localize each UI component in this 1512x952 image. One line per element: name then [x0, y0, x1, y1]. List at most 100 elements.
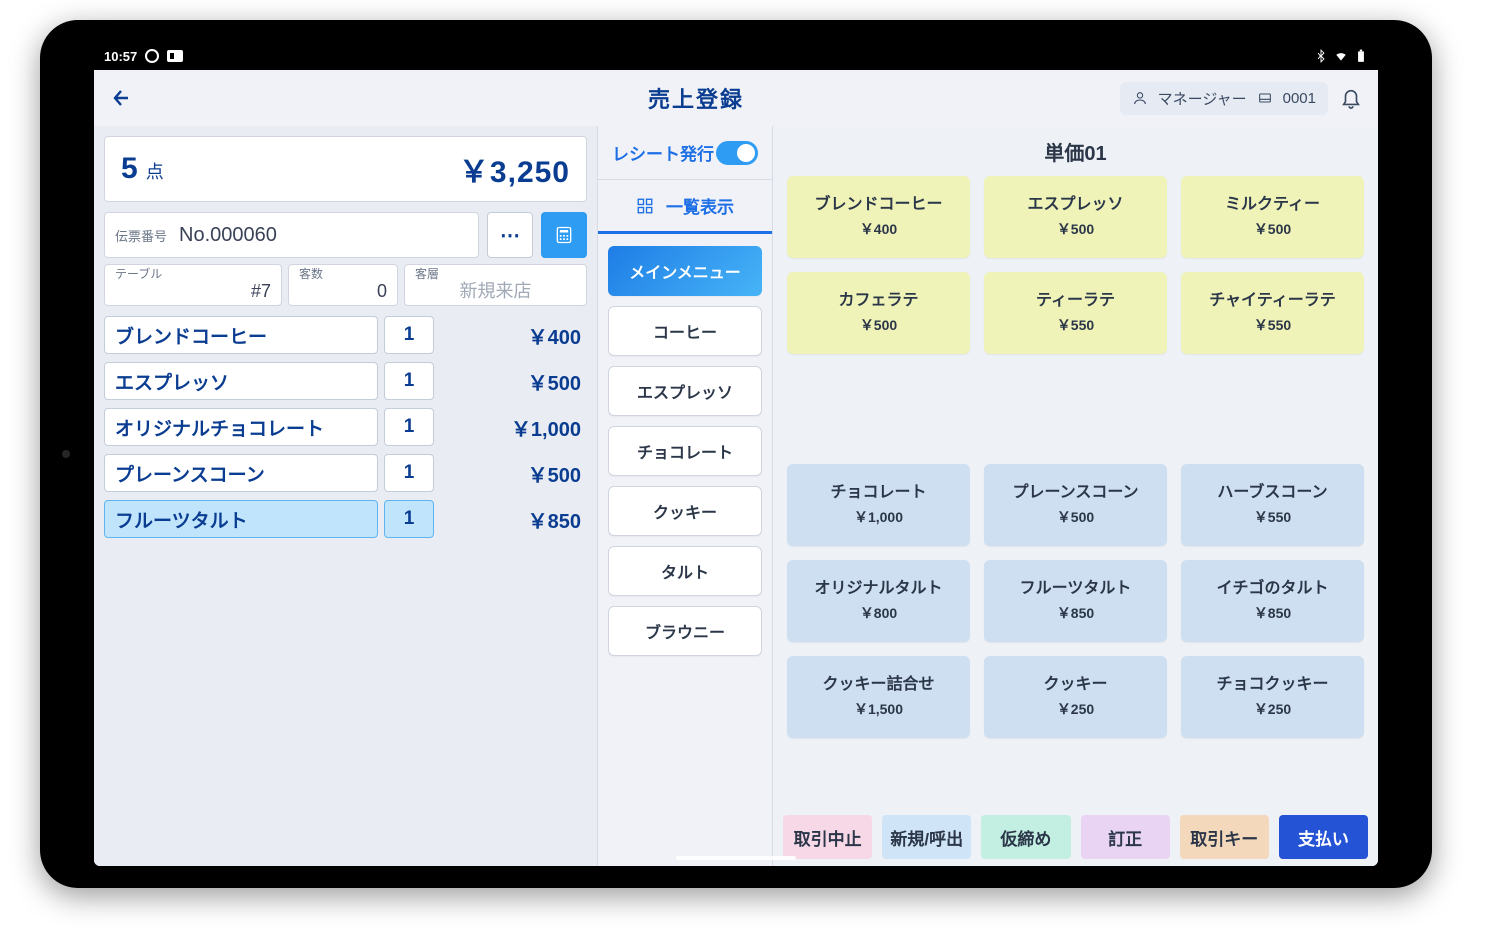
list-view-label: 一覧表示: [666, 193, 734, 218]
keypad-button[interactable]: [541, 212, 587, 258]
category-button[interactable]: クッキー: [608, 486, 762, 536]
product-name: チョコレート: [830, 483, 926, 503]
guest-class-box[interactable]: 客層 新規来店: [404, 264, 587, 306]
page-title: 売上登録: [310, 82, 1082, 114]
back-arrow-icon[interactable]: [110, 86, 134, 110]
product-tile[interactable]: クッキー詰合せ ￥1,500: [787, 656, 970, 738]
ticket-summary: 5 点 ￥3,250: [104, 136, 587, 202]
products-header: 単価01: [773, 126, 1378, 176]
category-button[interactable]: チョコレート: [608, 426, 762, 476]
receipt-toggle-row: レシート発行: [598, 126, 772, 180]
app-body: 5 点 ￥3,250 伝票番号 No.000060 ⋯: [94, 126, 1378, 866]
line-item-qty: 1: [384, 362, 434, 400]
list-view-tab[interactable]: 一覧表示: [598, 180, 772, 234]
product-name: カフェラテ: [838, 291, 918, 311]
line-item[interactable]: エスプレッソ1￥500: [104, 358, 587, 404]
line-item-price: ￥850: [440, 505, 587, 534]
product-tile[interactable]: チョコクッキー￥250: [1181, 656, 1364, 738]
wifi-icon: [1334, 49, 1348, 63]
correct-button[interactable]: 訂正: [1081, 815, 1170, 859]
hold-button[interactable]: 仮締め: [981, 815, 1070, 859]
category-column: レシート発行 一覧表示 メインメニューコーヒーエスプレッソチョコレートクッキータ…: [597, 126, 773, 866]
line-item[interactable]: オリジナルチョコレート1￥1,000: [104, 404, 587, 450]
txn-key-button[interactable]: 取引キー: [1180, 815, 1269, 859]
product-tile[interactable]: ブレンドコーヒー ￥400: [787, 176, 970, 258]
line-item-name: オリジナルチョコレート: [104, 408, 378, 446]
product-tile[interactable]: プレーンスコーン￥500: [984, 464, 1167, 546]
product-tile[interactable]: クッキー ￥250: [984, 656, 1167, 738]
product-name: チョコクッキー: [1216, 675, 1328, 695]
status-card-icon: [167, 50, 183, 62]
tablet-screen: 10:57 売上登録: [94, 42, 1378, 866]
user-icon: [1132, 90, 1148, 106]
slip-number-value: No.000060: [179, 224, 277, 247]
product-name: イチゴのタルト: [1216, 579, 1328, 599]
line-item-qty: 1: [384, 316, 434, 354]
category-button[interactable]: ブラウニー: [608, 606, 762, 656]
product-tile[interactable]: エスプレッソ ￥500: [984, 176, 1167, 258]
product-name: フルーツタルト: [1020, 579, 1132, 599]
category-button[interactable]: コーヒー: [608, 306, 762, 356]
line-item-price: ￥500: [440, 459, 587, 488]
app-header: 売上登録 マネージャー 0001: [94, 70, 1378, 126]
products-grid: ブレンドコーヒー ￥400 エスプレッソ ￥500 ミルクティー￥500 カフェラテ￥50…: [773, 176, 1378, 808]
battery-icon: [1354, 49, 1368, 63]
product-name: ティーラテ: [1036, 291, 1115, 311]
product-tile[interactable]: チョコレート ￥1,000: [787, 464, 970, 546]
product-price: ￥550: [1057, 315, 1094, 335]
category-button[interactable]: エスプレッソ: [608, 366, 762, 416]
receipt-toggle-label: レシート発行: [612, 140, 714, 165]
guests-box[interactable]: 客数 0: [288, 264, 398, 306]
bell-icon[interactable]: [1340, 87, 1362, 109]
product-price: ￥400: [860, 219, 897, 239]
product-name: クッキー: [1043, 675, 1107, 695]
product-tile[interactable]: フルーツタルト ￥850: [984, 560, 1167, 642]
product-tile[interactable]: オリジナルタルト￥800: [787, 560, 970, 642]
register-no: 0001: [1283, 90, 1316, 107]
product-tile[interactable]: ティーラテ ￥550: [984, 272, 1167, 354]
product-tile[interactable]: チャイティーラテ￥550: [1181, 272, 1364, 354]
product-tile[interactable]: ミルクティー￥500: [1181, 176, 1364, 258]
android-status-bar: 10:57: [94, 42, 1378, 70]
pay-button[interactable]: 支払い: [1279, 815, 1368, 859]
product-price: ￥850: [1057, 603, 1094, 623]
product-tile[interactable]: カフェラテ￥500: [787, 272, 970, 354]
line-item-name: フルーツタルト: [104, 500, 378, 538]
product-tile[interactable]: イチゴのタルト ￥850: [1181, 560, 1364, 642]
product-spacer: [984, 368, 1167, 450]
product-name: ブレンドコーヒー: [814, 195, 942, 215]
status-time: 10:57: [104, 49, 137, 64]
line-item[interactable]: ブレンドコーヒー1￥400: [104, 312, 587, 358]
new-recall-button[interactable]: 新規/呼出: [882, 815, 971, 859]
product-name: エスプレッソ: [1027, 195, 1123, 215]
user-chip[interactable]: マネージャー 0001: [1120, 82, 1328, 115]
category-button[interactable]: タルト: [608, 546, 762, 596]
ticket-item-count: 5: [121, 152, 138, 186]
table-label: テーブル: [115, 268, 271, 280]
product-price: ￥850: [1254, 603, 1291, 623]
calculator-icon: [554, 225, 574, 245]
product-name: ミルクティー: [1225, 195, 1320, 215]
product-price: ￥250: [1057, 699, 1094, 719]
guests-value: 0: [299, 280, 387, 302]
cancel-txn-button[interactable]: 取引中止: [783, 815, 872, 859]
table-value: #7: [115, 280, 271, 302]
product-price: ￥1,500: [854, 699, 903, 719]
table-box[interactable]: テーブル #7: [104, 264, 282, 306]
line-item[interactable]: フルーツタルト1￥850: [104, 496, 587, 542]
product-price: ￥1,000: [854, 507, 903, 527]
more-button[interactable]: ⋯: [487, 212, 533, 258]
category-button[interactable]: メインメニュー: [608, 246, 762, 296]
receipt-toggle[interactable]: [716, 141, 758, 165]
product-tile[interactable]: ハーブスコーン￥550: [1181, 464, 1364, 546]
product-name: チャイティーラテ: [1209, 291, 1336, 311]
line-item[interactable]: プレーンスコーン1￥500: [104, 450, 587, 496]
product-name: クッキー詰合せ: [822, 675, 934, 695]
action-bar: 取引中止 新規/呼出 仮締め 訂正 取引キー 支払い: [773, 808, 1378, 866]
device-frame: 10:57 売上登録: [0, 0, 1512, 952]
product-name: プレーンスコーン: [1012, 483, 1138, 503]
line-item-qty: 1: [384, 408, 434, 446]
line-item-name: エスプレッソ: [104, 362, 378, 400]
product-price: ￥500: [1057, 219, 1094, 239]
slip-number-box[interactable]: 伝票番号 No.000060: [104, 212, 479, 258]
